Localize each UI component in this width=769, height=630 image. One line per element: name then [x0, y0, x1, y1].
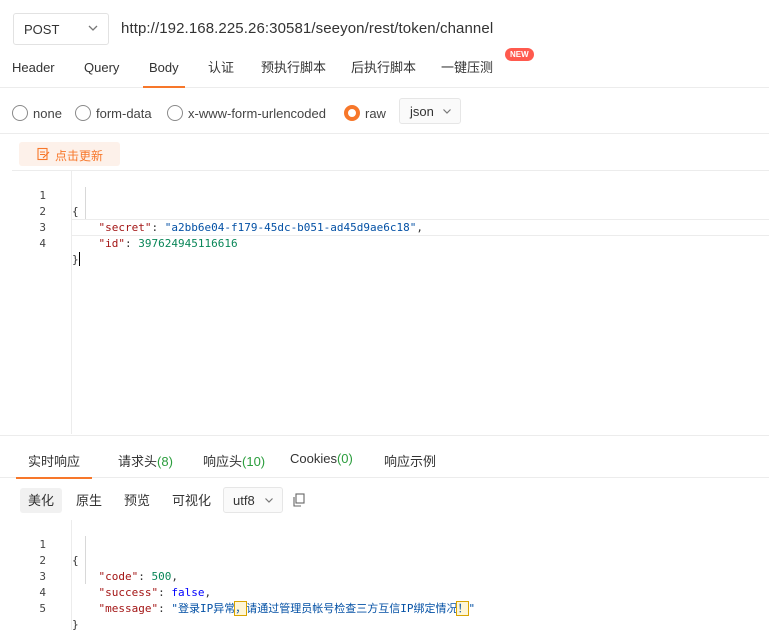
view-raw[interactable]: 原生 — [68, 488, 110, 513]
response-tabs: 实时响应 请求头(8) 响应头(10) Cookies(0) 响应示例 — [0, 435, 769, 479]
request-body-editor[interactable]: 1 { 2 "secret": "a2bb6e04-f179-45dc-b051… — [12, 170, 769, 434]
raw-format-label: json — [410, 104, 434, 119]
code-line: 2 "code": 500, — [12, 537, 769, 583]
raw-format-select[interactable]: json — [399, 98, 461, 124]
chevron-down-icon — [88, 25, 98, 31]
code-line: 5 } — [12, 585, 769, 630]
radio-none[interactable]: none — [12, 104, 62, 122]
tab-response-headers[interactable]: 响应头(10) — [203, 451, 265, 479]
tab-count: (8) — [157, 454, 173, 469]
update-button-label: 点击更新 — [55, 149, 104, 163]
tab-body[interactable]: Body — [143, 60, 185, 88]
tab-pre-script[interactable]: 预执行脚本 — [261, 60, 326, 88]
highlighted-char: ！ — [456, 601, 470, 616]
encoding-select[interactable]: utf8 — [223, 487, 283, 513]
tab-label: 请求头 — [118, 454, 158, 469]
method-select[interactable]: POST — [13, 13, 109, 45]
code-line: 1 { — [12, 521, 769, 567]
radio-label: x-www-form-urlencoded — [188, 105, 326, 121]
body-type-row: none form-data x-www-form-urlencoded raw… — [0, 90, 769, 134]
tab-request-headers[interactable]: 请求头(8) — [118, 451, 173, 479]
view-preview[interactable]: 预览 — [116, 488, 158, 513]
code-line: 1 { — [12, 172, 769, 218]
tab-count: (0) — [336, 451, 353, 466]
tab-load-test[interactable]: 一键压测 — [441, 60, 493, 88]
json-value: "登录IP异常 — [171, 602, 236, 615]
tab-post-script[interactable]: 后执行脚本 — [351, 60, 416, 88]
url-bar: POST http://192.168.225.26:30581/seeyon/… — [0, 0, 769, 56]
code-line: 3 "success": false, — [12, 553, 769, 599]
radio-circle — [12, 105, 28, 121]
copy-icon[interactable] — [292, 493, 306, 507]
radio-urlencoded[interactable]: x-www-form-urlencoded — [167, 104, 326, 122]
method-label: POST — [24, 22, 60, 37]
update-button[interactable]: 点击更新 — [19, 142, 120, 166]
radio-form-data[interactable]: form-data — [75, 104, 152, 122]
tab-live-response[interactable]: 实时响应 — [15, 451, 93, 479]
view-visualize[interactable]: 可视化 — [164, 488, 219, 513]
tab-auth[interactable]: 认证 — [208, 60, 234, 88]
response-body-viewer[interactable]: 1 { 2 "code": 500, 3 "success": false, 4… — [12, 520, 769, 630]
radio-raw[interactable]: raw — [344, 104, 386, 122]
tab-label: 响应示例 — [384, 454, 437, 469]
radio-circle — [75, 105, 91, 121]
request-tabs: Header Query Body 认证 预执行脚本 后执行脚本 一键压测 — [0, 56, 769, 88]
tab-label: 响应头 — [203, 454, 243, 469]
line-number: 4 — [39, 237, 46, 250]
code-line: 2 "secret": "a2bb6e04-f179-45dc-b051-ad4… — [12, 188, 769, 234]
tab-cookies[interactable]: Cookies(0) — [290, 451, 353, 479]
url-input[interactable]: http://192.168.225.26:30581/seeyon/rest/… — [121, 20, 493, 37]
code-token: } — [72, 618, 79, 630]
code-line: 3 "id": 397624945116616 — [12, 204, 769, 250]
chevron-down-icon — [443, 109, 451, 114]
text-cursor — [78, 252, 80, 266]
radio-label: none — [33, 105, 62, 121]
tab-query[interactable]: Query — [84, 60, 119, 88]
response-view-toolbar: 美化 原生 预览 可视化 utf8 — [0, 484, 769, 516]
chevron-down-icon — [265, 498, 273, 503]
tab-count: (10) — [242, 454, 266, 469]
json-value: 请通过管理员帐号检查三方互信IP绑定情况 — [246, 602, 458, 615]
tab-label: Cookies — [290, 451, 337, 466]
view-pretty[interactable]: 美化 — [20, 488, 63, 513]
tab-response-example[interactable]: 响应示例 — [384, 451, 436, 479]
code-token: } — [72, 253, 79, 266]
json-key: "id" — [98, 237, 126, 250]
json-value: 397624945116616 — [138, 237, 238, 250]
code-line: 4 } — [12, 220, 769, 266]
highlighted-char: ， — [234, 601, 248, 616]
radio-label: form-data — [96, 105, 152, 121]
tab-label: 实时响应 — [28, 454, 81, 469]
tab-header[interactable]: Header — [12, 60, 55, 88]
json-value: " — [468, 602, 476, 615]
radio-label: raw — [365, 105, 386, 121]
radio-circle — [167, 105, 183, 121]
line-number: 5 — [39, 602, 46, 615]
edit-icon — [37, 147, 50, 161]
radio-circle-selected — [344, 105, 360, 121]
json-key: "message" — [98, 602, 159, 615]
new-badge: NEW — [505, 48, 534, 61]
encoding-label: utf8 — [233, 493, 255, 508]
code-line: 4 "message": "登录IP异常，请通过管理员帐号检查三方互信IP绑定情… — [12, 569, 769, 616]
